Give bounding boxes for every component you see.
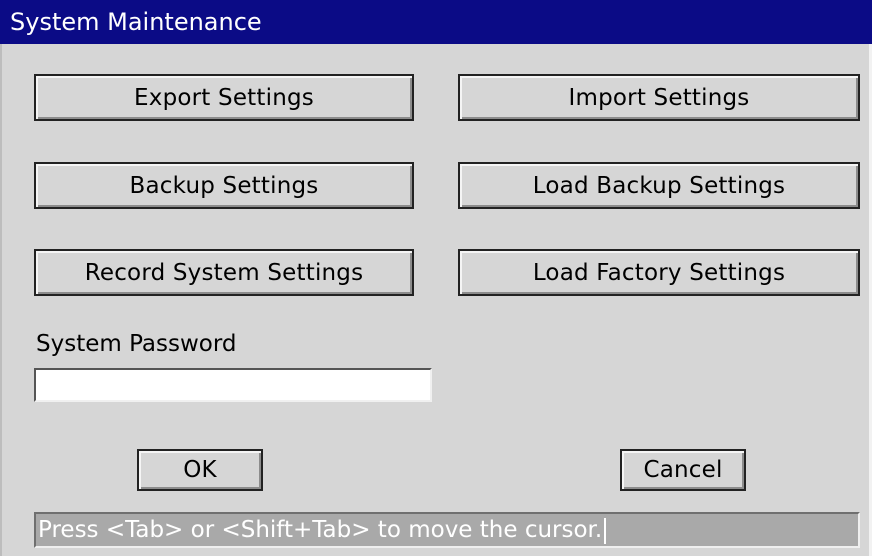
system-password-field[interactable]	[34, 368, 432, 402]
load-backup-settings-button[interactable]: Load Backup Settings	[458, 162, 860, 209]
text-cursor	[604, 517, 607, 544]
backup-settings-button[interactable]: Backup Settings	[34, 162, 414, 209]
record-system-settings-button[interactable]: Record System Settings	[34, 249, 414, 296]
cancel-button[interactable]: Cancel	[620, 449, 746, 491]
import-settings-button[interactable]: Import Settings	[458, 74, 860, 121]
status-message: Press <Tab> or <Shift+Tab> to move the c…	[38, 517, 603, 543]
export-settings-button[interactable]: Export Settings	[34, 74, 414, 121]
ok-button[interactable]: OK	[137, 449, 263, 491]
status-bar: Press <Tab> or <Shift+Tab> to move the c…	[34, 512, 860, 548]
window-title: System Maintenance	[0, 0, 872, 44]
system-password-label: System Password	[36, 331, 237, 357]
load-factory-settings-button[interactable]: Load Factory Settings	[458, 249, 860, 296]
window-frame-left	[0, 44, 2, 556]
system-maintenance-dialog: System Maintenance Export Settings Impor…	[0, 0, 872, 556]
